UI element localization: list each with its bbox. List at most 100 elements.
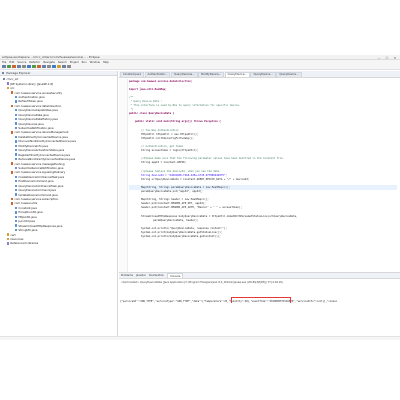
- code-text: package com.huawei.service.dataCollectio…: [129, 79, 193, 83]
- tree-item-label: DiscoverNonDirectlyConnectedDevice.java: [18, 139, 76, 144]
- code-text: header.put(Constant.HEADER_APP_AUTH, "Be…: [129, 206, 242, 210]
- library-icon: [7, 242, 10, 245]
- toolbar-tool-icon[interactable]: [42, 64, 46, 69]
- toolbar-tool-icon[interactable]: [52, 64, 56, 69]
- tab-console[interactable]: Console: [167, 273, 184, 278]
- package-icon: [11, 197, 14, 201]
- toolbar-tool-icon[interactable]: [22, 64, 26, 69]
- toolbar-tool-icon[interactable]: [67, 64, 71, 69]
- java-file-icon: [15, 206, 18, 210]
- package-explorer-label: Package Explorer: [6, 71, 31, 75]
- code-text: * This interface is used by NAs to query…: [129, 104, 241, 108]
- toolbar: [0, 64, 400, 70]
- toolbar-tool-icon[interactable]: [12, 64, 16, 69]
- package-icon: [11, 202, 14, 205]
- tab-declaration[interactable]: Declaration: [149, 274, 164, 277]
- tree-item-label: com.huawei.service.dataCollection: [14, 103, 62, 108]
- editor-tab[interactable]: Constant.java: [120, 71, 144, 77]
- toolbar-tool-icon[interactable]: [27, 64, 31, 69]
- tree-item-label: JRE System Library [JavaSE-1.8]: [10, 81, 54, 86]
- tree-item-label: ModifyDeviceInfo.java: [18, 143, 49, 148]
- console-output-text: {"serviceId":"ADR_TYPE","serviceType":"A…: [120, 300, 338, 303]
- toolbar-tool-icon[interactable]: [57, 64, 61, 69]
- code-text: System.out.println("QueryDeviceData, res…: [129, 226, 227, 230]
- editor-tab[interactable]: QueryDevices...: [170, 71, 198, 77]
- code-text: String urlQueryDeviceData = Constant.QUE…: [129, 177, 250, 181]
- tree-item-label: SubscribeServiceNotification.java: [18, 165, 64, 170]
- folder-icon: [7, 86, 10, 90]
- editor-tab[interactable]: QueryDevice...: [224, 71, 250, 77]
- tree-item-label: com.huawei.utils: [14, 201, 38, 206]
- code-editor: Constant.java Authenticatio... QueryDevice…: [119, 71, 400, 272]
- eclipse-window: eclipse-workspace - cmcc_iot/src/com/hua…: [0, 0, 400, 400]
- editor-tab[interactable]: QueryDevice...: [250, 71, 276, 77]
- code-text: Map<String, String> paramQueryDeviceData…: [129, 185, 230, 189]
- java-file-icon: [15, 117, 18, 121]
- java-file-icon: [15, 157, 18, 161]
- code-text: StreamClosedHttpResponse bodyQueryDevice…: [129, 214, 298, 218]
- code-line[interactable]: 47 System.out.println(bodyQueryDeviceDat…: [129, 235, 397, 239]
- java-file-icon: [15, 135, 18, 139]
- code-area[interactable]: 1package com.huawei.service.dataCollecti…: [119, 79, 400, 272]
- toolbar-tool-icon[interactable]: [62, 64, 66, 69]
- tab-javadoc[interactable]: Javadoc: [136, 274, 146, 277]
- editor-tab[interactable]: QueryDevice...: [276, 71, 302, 77]
- tree-item-label: com.huawei.service.deviceManagement: [14, 130, 69, 135]
- minimize-button[interactable]: —: [376, 56, 382, 60]
- tree-item-label: ExceptionUtil.java: [18, 210, 43, 215]
- tree-item-label: cert: [10, 232, 16, 237]
- toolbar-tool-icon[interactable]: [37, 64, 41, 69]
- console-output[interactable]: {"serviceId":"ADR_TYPE","serviceType":"A…: [119, 285, 400, 303]
- tree-item-label: com.huawei.service.signalingDelivery: [14, 170, 66, 175]
- java-file-icon: [15, 180, 18, 183]
- code-text: header.put(Constant.HEADER_APP_KEY, appI…: [129, 202, 206, 206]
- tree-item-label: Referenced Libraries: [10, 241, 39, 246]
- package-icon: [11, 131, 14, 134]
- java-file-icon: [15, 149, 18, 152]
- project-tree: cmcc_iot JRE System Library [JavaSE-1.8] s…: [0, 76, 117, 246]
- output-highlight-box: [231, 297, 291, 303]
- tree-item-label: HttpsUtil.java: [18, 214, 37, 219]
- code-text: System.out.print(bodyQueryDeviceData.get…: [129, 231, 223, 235]
- maximize-button[interactable]: ☐: [384, 56, 390, 60]
- tree-item-label: com.huawei.service.subscription: [14, 197, 59, 202]
- folder-icon: [7, 233, 10, 236]
- code-text: //Please make sure that the following pa…: [129, 157, 285, 161]
- java-file-icon: [15, 113, 18, 116]
- editor-tab[interactable]: Authenticatio...: [144, 71, 171, 77]
- toolbar-tool-icon[interactable]: [7, 64, 11, 69]
- tree-item-label: UpdateDeviceCommand.java: [18, 192, 58, 197]
- code-text: HttpsUtil httpsUtil = new HttpsUtil();: [129, 132, 199, 136]
- java-file-icon: [15, 184, 18, 187]
- java-file-icon: [15, 228, 18, 232]
- project-icon: [3, 78, 6, 81]
- package-icon: [11, 91, 14, 94]
- package-icon: [11, 171, 14, 174]
- close-button[interactable]: ✕: [392, 56, 398, 60]
- tree-item-label: StreamClosedHttpResponse.java: [18, 223, 63, 228]
- code-lines[interactable]: 1package com.huawei.service.dataCollecti…: [129, 79, 397, 239]
- code-text: String deviceId = "ddd1b0d8-f4b6-4d5e-b7…: [129, 173, 227, 177]
- tree-item-label: StringUtil.java: [18, 228, 38, 233]
- code-text: paramQueryDeviceData.put("appId", appId)…: [129, 190, 203, 194]
- tree-item[interactable]: Referenced Libraries: [1, 241, 117, 245]
- window-title: eclipse-workspace - cmcc_iot/src/com/hua…: [2, 55, 100, 59]
- tree-item-label: RemoveNonDirectlyConnectedDevice.java: [18, 157, 76, 162]
- tree-item-label: QueryDeviceActivationStatus.java: [18, 148, 65, 153]
- tree-item-label: RegisterDirectlyConnectedDevice.java: [18, 152, 70, 157]
- tab-problems[interactable]: Problems: [121, 274, 133, 277]
- code-text: String appId = Constant.APPID;: [129, 161, 187, 165]
- java-file-icon: [15, 126, 18, 130]
- code-text: paramQueryDeviceData, header);: [129, 218, 199, 222]
- tree-item-label: QueryDeviceData.java: [18, 112, 49, 117]
- editor-tab[interactable]: ModifyDevice...: [198, 71, 225, 77]
- toolbar-tool-icon[interactable]: [2, 64, 6, 69]
- code-text: public class QueryDeviceData {: [129, 112, 175, 116]
- toolbar-tool-icon[interactable]: [32, 64, 36, 69]
- java-file-icon: [15, 122, 18, 125]
- code-text: // Two-Way Authentication: [129, 128, 179, 132]
- code-text: System.out.println(bodyQueryDeviceData.g…: [129, 235, 221, 239]
- toolbar-tool-icon[interactable]: [47, 64, 51, 69]
- tree-item-label: QueryDeviceCommand.java: [18, 188, 57, 193]
- toolbar-tool-icon[interactable]: [17, 64, 21, 69]
